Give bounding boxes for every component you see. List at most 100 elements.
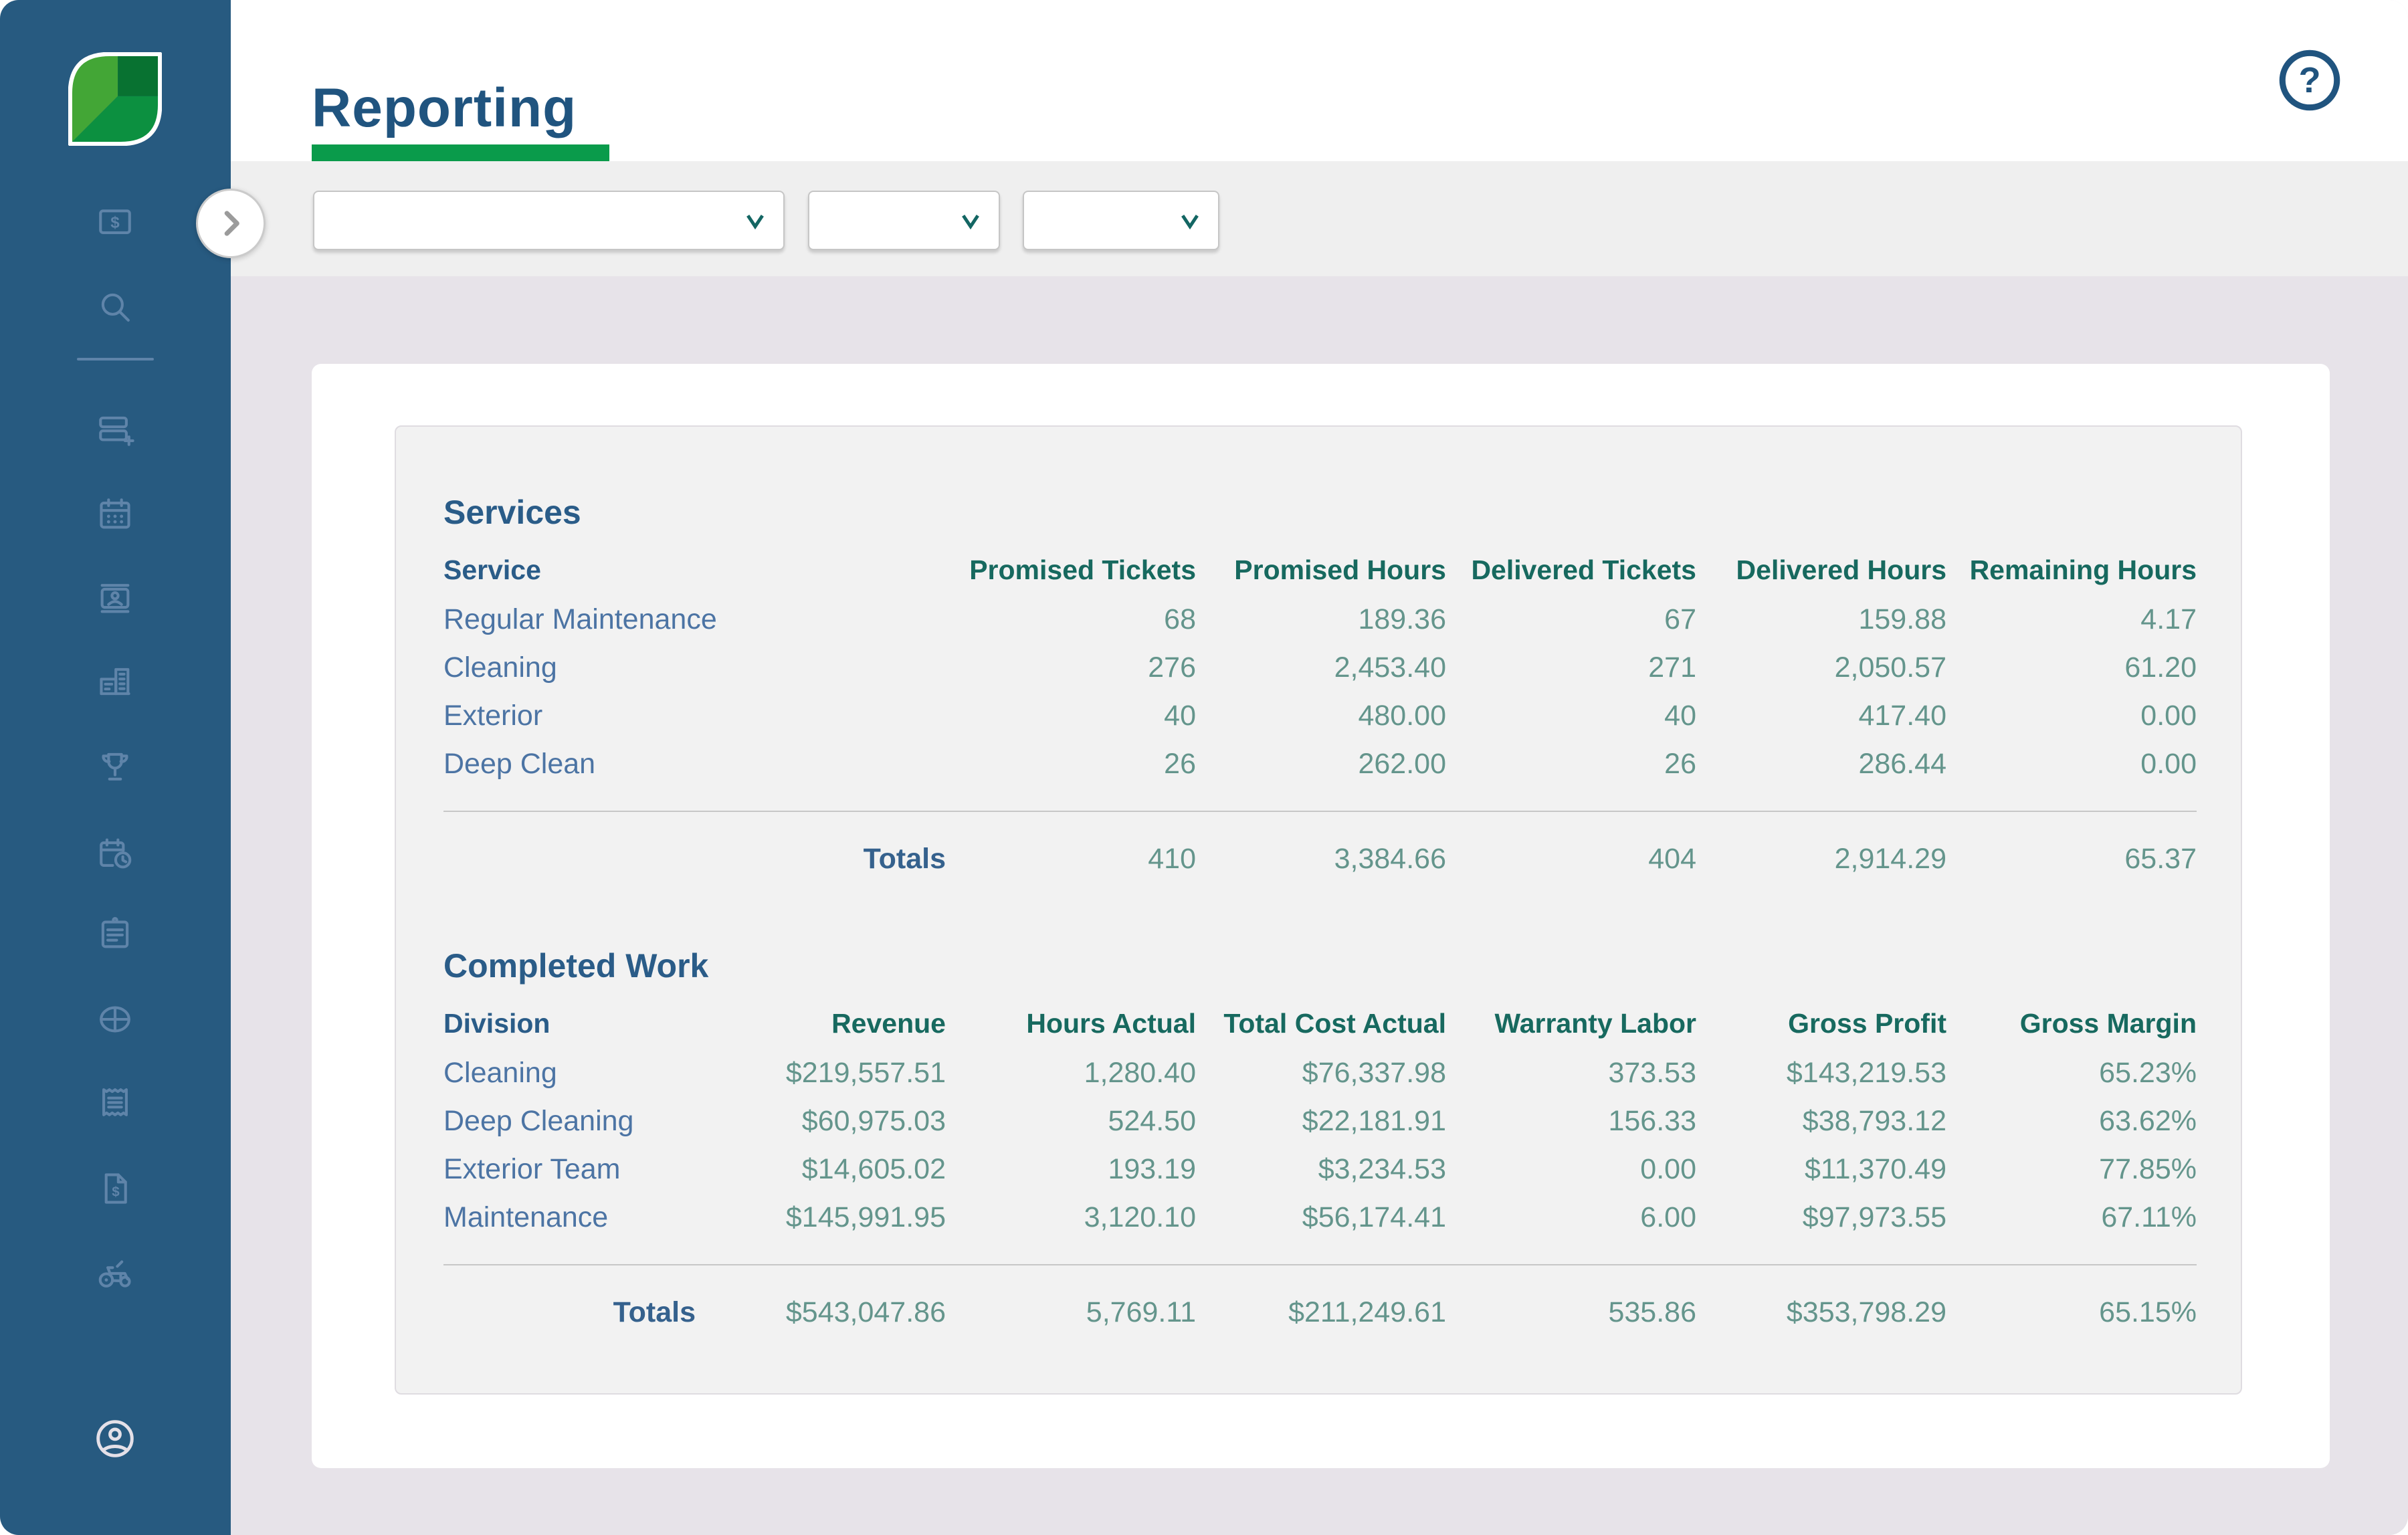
completed-work-table: DivisionRevenueHours ActualTotal Cost Ac… — [443, 1005, 2197, 1331]
column-header: Division — [443, 1008, 696, 1039]
table-row: Deep Cleaning$60,975.03524.50$22,181.911… — [443, 1097, 2197, 1145]
cell-value: 276 — [946, 651, 1196, 684]
filter-dropdown-1[interactable] — [313, 191, 785, 250]
calendar-icon[interactable] — [96, 495, 134, 534]
clipboard-icon[interactable] — [96, 914, 134, 953]
cell-value: 4.17 — [1946, 603, 2197, 636]
cell-value: 156.33 — [1446, 1105, 1696, 1138]
invoice-dollar-icon[interactable]: $ — [96, 1169, 134, 1208]
building-icon[interactable] — [96, 662, 134, 701]
cell-value: 65.23% — [1946, 1057, 2197, 1090]
chevron-down-icon — [738, 203, 773, 238]
aspire-leaf-logo[interactable] — [68, 52, 162, 146]
totals-value: 65.15% — [1946, 1296, 2197, 1329]
user-account-icon[interactable] — [93, 1417, 137, 1461]
cell-value: 61.20 — [1946, 651, 2197, 684]
cell-value: $76,337.98 — [1196, 1057, 1446, 1090]
cell-value: 1,280.40 — [946, 1057, 1196, 1090]
totals-value: 2,914.29 — [1696, 843, 1946, 876]
cell-value: 373.53 — [1446, 1057, 1696, 1090]
question-circle-icon: ? — [2275, 45, 2344, 115]
cell-value: 63.62% — [1946, 1105, 2197, 1138]
totals-value: 5,769.11 — [946, 1296, 1196, 1329]
totals-row: Totals4103,384.664042,914.2965.37 — [443, 840, 2197, 878]
cell-value: 6.00 — [1446, 1201, 1696, 1234]
app-window: $ — [0, 0, 2408, 1535]
cell-value: $143,219.53 — [1696, 1057, 1946, 1090]
row-label[interactable]: Cleaning — [443, 1057, 696, 1090]
sidebar-divider — [77, 358, 154, 361]
sidebar-expand-button[interactable] — [196, 189, 266, 258]
search-icon[interactable] — [96, 288, 134, 326]
table-row: Regular Maintenance68189.3667159.884.17 — [443, 595, 2197, 643]
cell-value: 0.00 — [1446, 1153, 1696, 1186]
svg-text:?: ? — [2298, 60, 2320, 100]
table-row: Cleaning$219,557.511,280.40$76,337.98373… — [443, 1049, 2197, 1097]
cell-value: $145,991.95 — [696, 1201, 946, 1234]
totals-value: $211,249.61 — [1196, 1296, 1446, 1329]
cell-value: $22,181.91 — [1196, 1105, 1446, 1138]
cell-value: $38,793.12 — [1696, 1105, 1946, 1138]
row-label[interactable]: Cleaning — [443, 651, 946, 684]
cell-value: $11,370.49 — [1696, 1153, 1946, 1186]
row-label[interactable]: Exterior Team — [443, 1153, 696, 1186]
filter-bar — [231, 161, 2408, 276]
column-header: Delivered Tickets — [1446, 554, 1696, 586]
cell-value: $60,975.03 — [696, 1105, 946, 1138]
table-divider — [443, 811, 2197, 812]
cell-value: $14,605.02 — [696, 1153, 946, 1186]
row-label[interactable]: Deep Cleaning — [443, 1105, 696, 1138]
pie-chart-icon[interactable] — [96, 1000, 134, 1039]
cell-value: 67.11% — [1946, 1201, 2197, 1234]
cell-value: 159.88 — [1696, 603, 1946, 636]
cell-value: 480.00 — [1196, 700, 1446, 732]
report-panel: Services ServicePromised TicketsPromised… — [395, 425, 2242, 1395]
column-header: Gross Profit — [1696, 1008, 1946, 1039]
tractor-icon[interactable] — [96, 1253, 134, 1292]
column-header: Hours Actual — [946, 1008, 1196, 1039]
schedule-clock-icon[interactable] — [96, 835, 134, 874]
contact-card-icon[interactable] — [96, 579, 134, 618]
list-add-icon[interactable] — [96, 411, 134, 449]
completed-work-title: Completed Work — [443, 878, 2197, 985]
cell-value: 0.00 — [1946, 700, 2197, 732]
totals-row: Totals$543,047.865,769.11$211,249.61535.… — [443, 1294, 2197, 1331]
row-label[interactable]: Deep Clean — [443, 748, 946, 781]
cell-value: $3,234.53 — [1196, 1153, 1446, 1186]
column-header: Total Cost Actual — [1196, 1008, 1446, 1039]
totals-value: 410 — [946, 843, 1196, 876]
totals-label: Totals — [443, 1296, 696, 1329]
money-bill-icon[interactable]: $ — [96, 202, 134, 241]
column-header: Warranty Labor — [1446, 1008, 1696, 1039]
cell-value: $219,557.51 — [696, 1057, 946, 1090]
row-label[interactable]: Exterior — [443, 700, 946, 732]
column-header: Service — [443, 554, 946, 586]
filter-dropdown-2[interactable] — [808, 191, 1000, 250]
row-label[interactable]: Regular Maintenance — [443, 603, 946, 636]
column-header: Revenue — [696, 1008, 946, 1039]
cell-value: 3,120.10 — [946, 1201, 1196, 1234]
help-button[interactable]: ? — [2275, 45, 2344, 115]
cell-value: 286.44 — [1696, 748, 1946, 781]
trophy-icon[interactable] — [96, 747, 134, 786]
totals-value: 3,384.66 — [1196, 843, 1446, 876]
cell-value: 193.19 — [946, 1153, 1196, 1186]
receipt-icon[interactable] — [96, 1083, 134, 1122]
title-accent-bar — [312, 144, 609, 161]
table-row: Exterior Team$14,605.02193.19$3,234.530.… — [443, 1145, 2197, 1193]
cell-value: 77.85% — [1946, 1153, 2197, 1186]
cell-value: 40 — [1446, 700, 1696, 732]
column-header: Promised Tickets — [946, 554, 1196, 586]
table-row: Exterior40480.0040417.400.00 — [443, 692, 2197, 740]
cell-value: 417.40 — [1696, 700, 1946, 732]
cell-value: 524.50 — [946, 1105, 1196, 1138]
table-header-row: ServicePromised TicketsPromised HoursDel… — [443, 551, 2197, 589]
cell-value: 26 — [1446, 748, 1696, 781]
cell-value: 2,050.57 — [1696, 651, 1946, 684]
row-label[interactable]: Maintenance — [443, 1201, 696, 1234]
totals-value: $543,047.86 — [696, 1296, 946, 1329]
column-header: Delivered Hours — [1696, 554, 1946, 586]
filter-dropdown-3[interactable] — [1023, 191, 1219, 250]
report-card: Services ServicePromised TicketsPromised… — [312, 364, 2330, 1468]
table-divider — [443, 1264, 2197, 1265]
